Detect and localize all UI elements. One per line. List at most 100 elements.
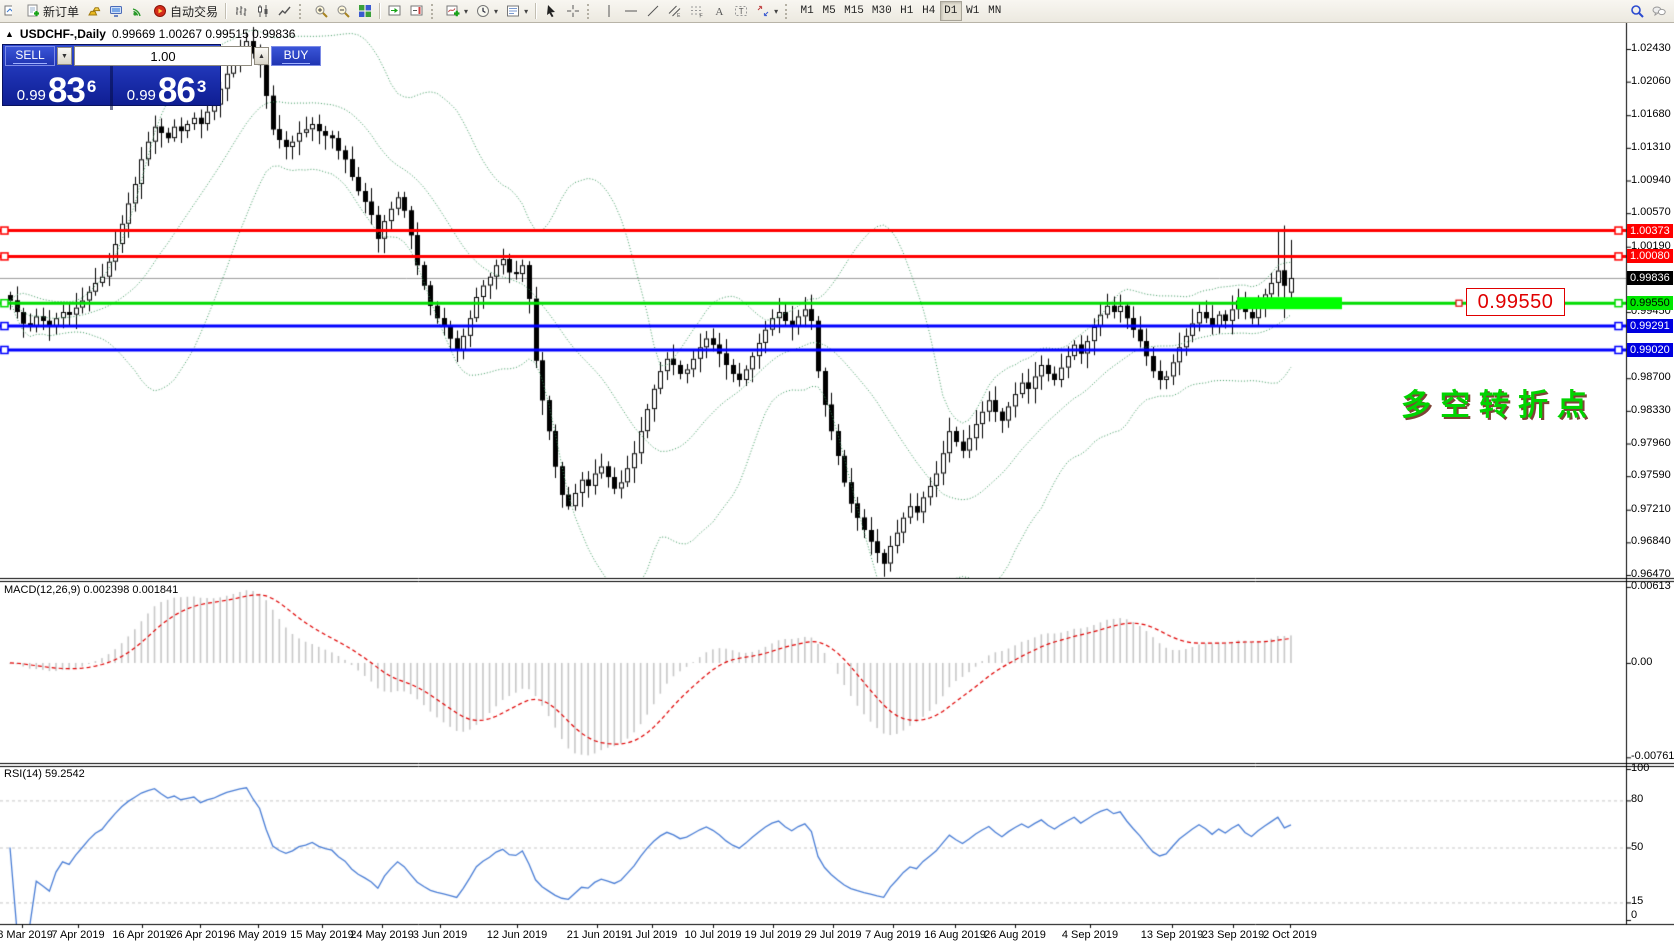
virtual-hosting-button[interactable] <box>105 1 127 21</box>
zoom-out-button[interactable] <box>332 1 354 21</box>
fibonacci-button[interactable]: F <box>686 1 708 21</box>
periods-icon <box>476 4 490 18</box>
y-axis-tick-label: 0.97590 <box>1631 469 1671 482</box>
volume-input[interactable] <box>74 46 252 66</box>
sell-price-button[interactable]: 0.99836 <box>3 66 110 110</box>
toolbar-separator <box>431 4 438 19</box>
arrows-dropdown-icon[interactable]: ▾ <box>774 7 778 16</box>
buy-price-sup: 3 <box>197 67 206 107</box>
equidistant-channel-button[interactable]: E <box>664 1 686 21</box>
new-order-label: 新订单 <box>43 3 79 20</box>
search-icon <box>1630 4 1644 18</box>
timeframe-m15-button[interactable]: M15 <box>840 1 868 21</box>
toolbar-group: ▾ ▾ ▾ <box>442 0 532 22</box>
price-badge: 0.99291 <box>1627 319 1673 333</box>
toolbar-separator <box>535 3 537 19</box>
crosshair-icon <box>566 4 580 18</box>
timeframe-mn-button[interactable]: MN <box>984 1 1006 21</box>
virtual-hosting-icon <box>109 4 123 18</box>
tile-windows-button[interactable] <box>354 1 376 21</box>
buy-button[interactable]: BUY <box>271 46 321 66</box>
equidistant-channel-icon: E <box>668 4 682 18</box>
timeframe-m1-button[interactable]: M1 <box>796 1 818 21</box>
auto-scroll-icon <box>388 4 402 18</box>
zoom-in-icon <box>314 4 328 18</box>
date-label: 13 Sep 2019 <box>1141 929 1203 941</box>
trendline-icon <box>646 4 660 18</box>
timeframe-d1-button[interactable]: D1 <box>940 1 962 21</box>
sell-button[interactable]: SELL <box>5 46 55 66</box>
y-axis-tick-label: 1.01680 <box>1631 108 1671 121</box>
buy-price-big: 86 <box>158 74 195 107</box>
horizontal-line-icon <box>624 4 638 18</box>
horizontal-line-button[interactable] <box>620 1 642 21</box>
bar-chart-button[interactable] <box>230 1 252 21</box>
toolbar: 新订单 自动交易 ▾ ▾ ▾ EFAT ▾ M1M5M15M30H1H4D1W1MN <box>0 0 1674 23</box>
autotrade-button[interactable]: 自动交易 <box>149 1 222 21</box>
y-axis-tick-label: 1.00940 <box>1631 174 1671 187</box>
collapse-icon: ▲ <box>5 29 14 39</box>
date-label: 15 May 2019 <box>290 929 354 941</box>
gold-button[interactable] <box>83 1 105 21</box>
cursor-button[interactable] <box>540 1 562 21</box>
auto-scroll-button[interactable] <box>384 1 406 21</box>
timeframe-h4-button[interactable]: H4 <box>918 1 940 21</box>
toolbar-group <box>230 0 296 22</box>
text-button[interactable]: A <box>708 1 730 21</box>
y-axis-tick-label: 1.02430 <box>1631 42 1671 55</box>
line-chart-button[interactable] <box>274 1 296 21</box>
cursor-icon <box>544 4 558 18</box>
toolbar-group <box>540 0 584 22</box>
chart-text-annotation[interactable]: 多空转折点 <box>1401 380 1596 424</box>
gold-icon <box>87 4 101 18</box>
date-label: 12 Jun 2019 <box>487 929 548 941</box>
chat-button[interactable] <box>1648 1 1670 21</box>
bar-chart-icon <box>234 4 248 18</box>
timeframe-w1-button[interactable]: W1 <box>962 1 984 21</box>
indicators-button[interactable]: ▾ <box>442 1 472 21</box>
search-button[interactable] <box>1626 1 1648 21</box>
sell-price-big: 83 <box>48 74 85 107</box>
volume-down-button[interactable]: ▼ <box>57 47 72 65</box>
templates-button[interactable]: ▾ <box>502 1 532 21</box>
y-axis-tick-label: 1.01310 <box>1631 141 1671 154</box>
chat-icon <box>1652 4 1666 18</box>
new-chart-button[interactable] <box>0 1 22 21</box>
buy-price-button[interactable]: 0.99863 <box>113 66 220 110</box>
text-label-button[interactable]: T <box>730 1 752 21</box>
text-label-icon: T <box>734 4 748 18</box>
timeframe-h1-button[interactable]: H1 <box>896 1 918 21</box>
one-click-trading-panel: SELL ▼ ▲ BUY 0.99836 0.99863 <box>2 44 221 106</box>
price-chart-canvas[interactable] <box>0 22 1674 946</box>
new-order-button[interactable]: 新订单 <box>22 1 83 21</box>
date-label: 3 Jun 2019 <box>413 929 467 941</box>
autotrade-icon <box>153 4 167 18</box>
zoom-in-button[interactable] <box>310 1 332 21</box>
arrows-button[interactable]: ▾ <box>752 1 782 21</box>
templates-dropdown-icon[interactable]: ▾ <box>524 7 528 16</box>
vertical-line-icon <box>602 4 616 18</box>
signals-button[interactable] <box>127 1 149 21</box>
date-label: 26 Apr 2019 <box>170 929 229 941</box>
volume-up-button[interactable]: ▲ <box>254 47 269 65</box>
trendline-button[interactable] <box>642 1 664 21</box>
periods-button[interactable]: ▾ <box>472 1 502 21</box>
chart-shift-button[interactable] <box>406 1 428 21</box>
timeframe-m5-button[interactable]: M5 <box>818 1 840 21</box>
toolbar-group <box>310 0 376 22</box>
periods-dropdown-icon[interactable]: ▾ <box>494 7 498 16</box>
price-badge: 0.99020 <box>1627 343 1673 357</box>
price-text-label[interactable]: 0.99550 <box>1466 288 1565 316</box>
indicators-dropdown-icon[interactable]: ▾ <box>464 7 468 16</box>
crosshair-button[interactable] <box>562 1 584 21</box>
price-badge: 1.00080 <box>1627 249 1673 263</box>
candlestick-chart-button[interactable] <box>252 1 274 21</box>
new-chart-icon <box>4 4 12 18</box>
date-label: 7 Aug 2019 <box>865 929 921 941</box>
date-label: 26 Aug 2019 <box>984 929 1046 941</box>
y-axis-tick-label: 0.00613 <box>1631 580 1671 593</box>
candlestick-chart-icon <box>256 4 270 18</box>
vertical-line-button[interactable] <box>598 1 620 21</box>
y-axis-tick-label: 0.00 <box>1631 656 1652 669</box>
timeframe-m30-button[interactable]: M30 <box>868 1 896 21</box>
